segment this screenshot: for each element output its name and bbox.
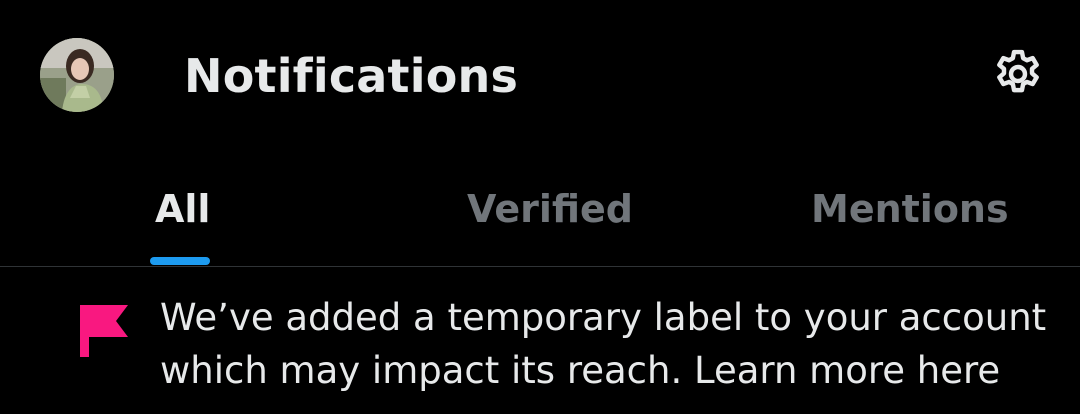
tab-mentions[interactable]: Mentions	[720, 150, 1080, 266]
page-title: Notifications	[184, 49, 519, 103]
tab-verified[interactable]: Verified	[360, 150, 720, 266]
tab-all-label: All	[155, 187, 211, 231]
gear-icon	[997, 49, 1039, 93]
account-label-notice[interactable]: We’ve added a temporary label to your ac…	[0, 267, 1080, 414]
active-tab-indicator	[150, 257, 210, 265]
notice-text: We’ve added a temporary label to your ac…	[160, 296, 1047, 392]
avatar-image	[40, 38, 114, 112]
tab-verified-label: Verified	[467, 187, 634, 231]
tab-all[interactable]: All	[0, 150, 360, 266]
notification-tabs: All Verified Mentions	[0, 150, 1080, 266]
flag-icon	[80, 301, 130, 357]
settings-button[interactable]	[990, 46, 1046, 102]
profile-avatar[interactable]	[40, 38, 114, 112]
tab-mentions-label: Mentions	[811, 187, 1009, 231]
top-app-bar: Notifications	[0, 0, 1080, 150]
